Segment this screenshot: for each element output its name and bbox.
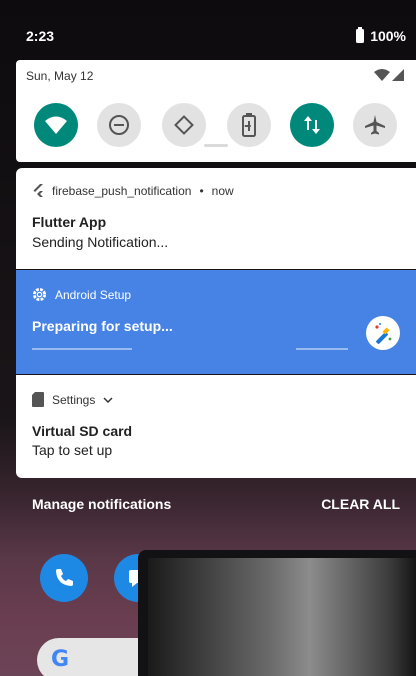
overlay-screen (148, 558, 416, 676)
battery-percent: 100% (370, 28, 406, 44)
notification-text: Sending Notification... (32, 234, 169, 250)
notification-app-name: firebase_push_notification (52, 184, 192, 198)
quick-settings-panel: Sun, May 12 (16, 60, 416, 162)
do-not-disturb-icon (109, 115, 129, 135)
notification-title: Flutter App (32, 214, 107, 230)
notification-text: Tap to set up (32, 442, 113, 458)
overlay-window (138, 550, 416, 676)
wifi-tile[interactable] (34, 103, 78, 147)
notification-time: now (211, 184, 234, 198)
status-time: 2:23 (26, 28, 55, 44)
cell-signal-icon (392, 69, 404, 81)
chevron-down-icon[interactable] (103, 396, 113, 404)
battery-saver-tile[interactable] (227, 103, 271, 147)
notification-app-name: Settings (52, 392, 96, 407)
notification-flutter[interactable]: firebase_push_notification • now Flutter… (16, 168, 416, 269)
mobile-data-icon (304, 116, 320, 134)
mobile-data-tile[interactable] (290, 103, 334, 147)
notification-app-name: Android Setup (55, 287, 132, 302)
airplane-mode-tile[interactable] (353, 103, 397, 147)
date-label: Sun, May 12 (26, 69, 94, 83)
auto-rotate-tile[interactable] (162, 103, 206, 147)
clear-all-button[interactable]: CLEAR ALL (321, 496, 400, 512)
drag-handle[interactable] (204, 144, 228, 147)
notification-android-setup[interactable]: Android Setup Preparing for setup... (16, 270, 416, 374)
wifi-icon (45, 116, 67, 134)
magic-wand-icon (375, 323, 392, 344)
wifi-signal-icon (374, 69, 390, 81)
phone-app-icon[interactable] (40, 554, 88, 602)
manage-notifications-button[interactable]: Manage notifications (32, 496, 171, 512)
battery-saver-icon (242, 113, 256, 137)
battery-icon (356, 27, 365, 43)
quick-settings-tiles (34, 103, 414, 147)
google-logo-icon: G (51, 647, 70, 672)
signal-indicators (374, 69, 404, 81)
header-separator: • (199, 184, 204, 198)
notification-header: Settings (32, 392, 113, 407)
setup-large-icon (366, 316, 400, 350)
status-right: 100% (356, 27, 406, 44)
auto-rotate-icon (174, 115, 194, 135)
airplane-icon (365, 115, 385, 135)
gear-icon (32, 287, 47, 302)
notification-title: Preparing for setup... (32, 318, 173, 334)
notification-title: Virtual SD card (32, 423, 133, 439)
do-not-disturb-tile[interactable] (97, 103, 141, 147)
progress-track-left (32, 348, 132, 350)
phone-icon (56, 569, 73, 586)
sd-card-icon (32, 392, 44, 407)
notification-header: firebase_push_notification • now (32, 184, 234, 198)
notification-settings[interactable]: Settings Virtual SD card Tap to set up (16, 375, 416, 478)
status-bar: 2:23 100% (0, 0, 416, 60)
flutter-icon (33, 184, 43, 197)
progress-track-right (296, 348, 348, 350)
notification-header: Android Setup (32, 287, 131, 302)
